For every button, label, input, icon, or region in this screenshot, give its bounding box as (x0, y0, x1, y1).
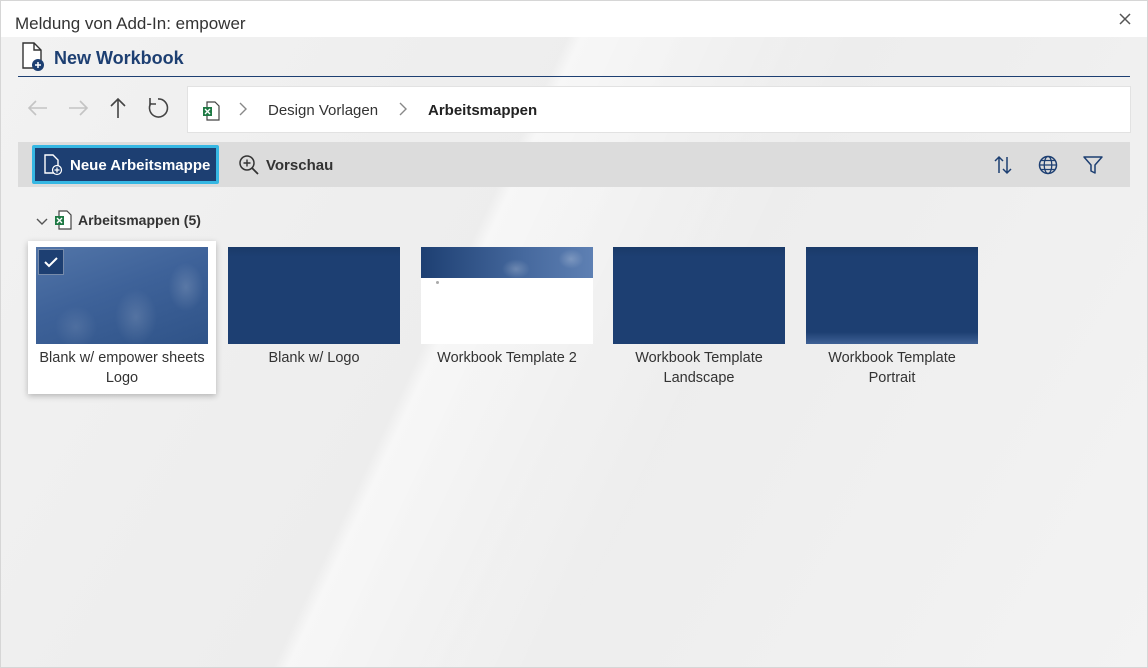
title-bar: Meldung von Add-In: empower (1, 1, 1147, 37)
breadcrumb-item-arbeitsmappen[interactable]: Arbeitsmappen (428, 102, 537, 119)
chevron-right-icon (398, 102, 408, 121)
template-caption: Workbook Template 2 (413, 348, 601, 368)
template-caption: Workbook Template Landscape (605, 348, 793, 388)
template-thumbnail (228, 247, 400, 344)
template-caption-line: Landscape (663, 370, 735, 386)
thumbnail-dot (436, 281, 439, 284)
template-thumbnail (36, 247, 208, 344)
template-caption: Blank w/ empower sheets Logo (28, 348, 216, 388)
template-tile[interactable]: Blank w/ Logo (220, 241, 408, 394)
template-caption-line: Blank w/ empower sheets (39, 350, 205, 366)
new-document-icon (20, 42, 46, 77)
template-caption: Blank w/ Logo (220, 348, 408, 368)
excel-icon[interactable] (202, 101, 220, 126)
template-caption-line: Workbook Template 2 (437, 350, 577, 366)
page-title: New Workbook (54, 48, 184, 68)
template-tile[interactable]: Workbook Template Portrait (798, 241, 986, 394)
chevron-down-icon[interactable] (36, 214, 48, 232)
template-tile[interactable]: Blank w/ empower sheets Logo (28, 241, 216, 394)
template-caption: Workbook Template Portrait (798, 348, 986, 388)
group-label: Arbeitsmappen (5) (78, 212, 201, 228)
template-caption-line: Blank w/ Logo (268, 350, 360, 366)
checkmark-icon (38, 249, 64, 275)
template-tile[interactable]: Workbook Template Landscape (605, 241, 793, 394)
refresh-icon[interactable] (145, 95, 171, 121)
zoom-in-icon (238, 154, 260, 181)
template-thumbnail (421, 247, 593, 344)
close-icon[interactable] (1117, 11, 1133, 27)
window-title: Meldung von Add-In: empower (15, 14, 246, 33)
template-caption-line: Logo (105, 370, 139, 386)
preview-label: Vorschau (266, 157, 334, 174)
filter-icon[interactable] (1082, 154, 1104, 176)
template-tile[interactable]: Workbook Template 2 (413, 241, 601, 394)
new-workbook-label: Neue Arbeitsmappe (70, 157, 211, 174)
template-thumbnail (613, 247, 785, 344)
arrow-up-icon[interactable] (105, 95, 131, 121)
sort-icon[interactable] (992, 154, 1014, 176)
excel-icon (54, 210, 72, 235)
template-caption-line: Workbook Template (828, 350, 956, 366)
thumbnail-header (421, 247, 593, 278)
dialog-window: Meldung von Add-In: empower New Workbook (0, 0, 1148, 668)
template-caption-line: Portrait (868, 370, 916, 386)
toolbar: Neue Arbeitsmappe Vorschau (18, 142, 1130, 187)
breadcrumb: Design Vorlagen Arbeitsmappen (187, 86, 1131, 133)
new-workbook-button[interactable]: Neue Arbeitsmappe (32, 145, 219, 184)
arrow-right-icon[interactable] (65, 95, 91, 121)
chevron-right-icon (238, 102, 248, 121)
breadcrumb-item-design-vorlagen[interactable]: Design Vorlagen (268, 102, 378, 119)
arrow-left-icon[interactable] (25, 95, 51, 121)
dialog-header: New Workbook (18, 41, 1130, 77)
globe-icon[interactable] (1037, 154, 1059, 176)
template-caption-line: Workbook Template (635, 350, 763, 366)
new-document-icon (43, 154, 63, 181)
template-thumbnail (806, 247, 978, 344)
